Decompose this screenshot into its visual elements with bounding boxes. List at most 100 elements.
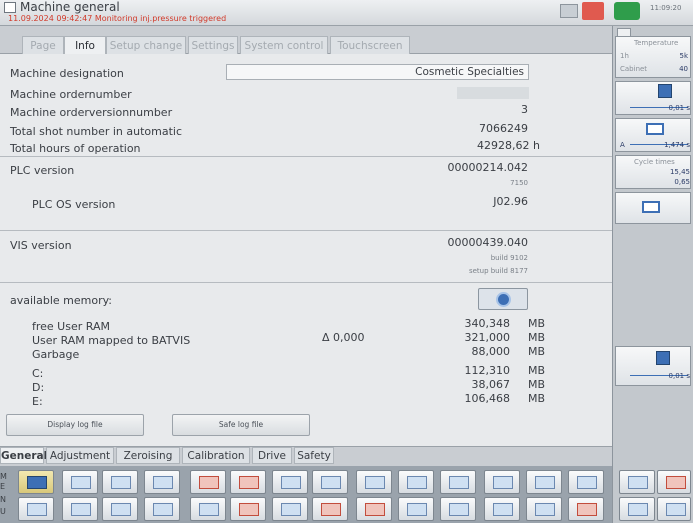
status-panel: Temperature 1h 5k Cabinet 40 0,01 s A 1,… <box>612 26 693 523</box>
temperature-panel[interactable]: Temperature 1h 5k Cabinet 40 <box>615 36 691 78</box>
tab-settings[interactable]: Settings <box>188 36 238 54</box>
save-icon[interactable] <box>526 497 562 521</box>
memory-row-label: Garbage <box>32 348 80 361</box>
total-shot-label: Total shot number in automatic <box>10 125 183 138</box>
tab-adjustment[interactable]: Adjustment <box>46 447 114 464</box>
total-hours-label: Total hours of operation <box>10 142 141 155</box>
divider <box>0 230 612 231</box>
plc-os-value: J02.96 <box>493 195 528 208</box>
cycle-icon[interactable] <box>144 497 180 521</box>
plc-build: 7150 <box>510 179 528 187</box>
memory-row-label: E: <box>32 395 43 408</box>
info-panel: Machine designation Cosmetic Specialties… <box>0 54 612 446</box>
ejector-icon[interactable] <box>144 470 180 494</box>
alarm-message[interactable]: 11.09.2024 09:42:47 Monitoring inj.press… <box>8 14 226 23</box>
login-icon[interactable] <box>619 497 655 521</box>
tab-touchscreen[interactable]: Touchscreen <box>330 36 410 54</box>
wrench-icon[interactable] <box>190 497 226 521</box>
menu-letter: N <box>0 495 6 504</box>
memory-row-label: D: <box>32 381 45 394</box>
machine-general-icon[interactable] <box>18 470 54 494</box>
memory-row-unit: MB <box>528 345 546 358</box>
divider <box>0 156 612 157</box>
injection-icon[interactable] <box>230 470 266 494</box>
temperature-row-value: 5k <box>679 52 688 60</box>
printer-icon[interactable] <box>484 497 520 521</box>
tab-calibration[interactable]: Calibration <box>182 447 250 464</box>
production-icon[interactable] <box>18 497 54 521</box>
temperature-row-value: 40 <box>679 65 688 73</box>
save-log-button[interactable]: Safe log file <box>172 414 310 436</box>
machine-orderversionnumber-label: Machine orderversionnumber <box>10 106 173 119</box>
vis-setup-build: setup build 8177 <box>468 267 528 275</box>
memory-row-unit: MB <box>528 392 546 405</box>
exit-icon[interactable] <box>657 497 691 521</box>
memory-row-unit: MB <box>528 378 546 391</box>
chart-icon[interactable] <box>398 497 434 521</box>
blank-function-icon[interactable] <box>526 470 562 494</box>
dosage-icon <box>656 351 670 365</box>
dosage-time: 0,01 s <box>668 104 690 112</box>
down-arrow-icon[interactable] <box>62 470 98 494</box>
memory-row-value: 88,000 <box>471 345 511 358</box>
screen-icon[interactable] <box>568 470 604 494</box>
bottom-time: 0,01 s <box>668 372 690 380</box>
hold-pressure-icon[interactable] <box>312 470 348 494</box>
memory-row-label: free User RAM <box>32 320 110 333</box>
machine-ordernumber-label: Machine ordernumber <box>10 88 132 101</box>
dosage-panel[interactable]: 0,01 s <box>615 81 691 115</box>
warning-icon[interactable] <box>568 497 604 521</box>
injection-prefix: A <box>620 141 625 149</box>
memory-row-label: C: <box>32 367 44 380</box>
tab-info[interactable]: Info <box>64 36 106 55</box>
tab-page[interactable]: Page <box>22 36 64 54</box>
diamond-icon[interactable] <box>312 497 348 521</box>
screw-icon[interactable] <box>398 470 434 494</box>
menu-letter: E <box>0 482 6 491</box>
menu-letter: M <box>0 472 7 481</box>
memory-row-value: 112,310 <box>464 364 511 377</box>
refresh-button[interactable] <box>478 288 528 310</box>
hierarchy-icon[interactable] <box>619 470 655 494</box>
tab-safety[interactable]: Safety <box>294 447 334 464</box>
monitor-icon[interactable] <box>560 4 578 18</box>
tab-setup-change[interactable]: Setup change <box>106 36 186 54</box>
injection-time: 1,474 s <box>664 141 690 149</box>
total-shot-value: 7066249 <box>479 122 528 135</box>
status-panel-bottom[interactable]: 0,01 s <box>615 346 691 386</box>
stop-icon[interactable] <box>440 497 476 521</box>
nozzle-icon[interactable] <box>272 470 308 494</box>
lightbulb-icon[interactable] <box>657 470 691 494</box>
cycle-mode-button[interactable] <box>615 192 691 224</box>
start-arrow-icon[interactable] <box>614 2 640 20</box>
function-toolbar: M E N U <box>0 466 612 523</box>
display-log-button[interactable]: Display log file <box>6 414 144 436</box>
list-icon[interactable] <box>62 497 98 521</box>
cycle-time-value: 15,45 <box>669 168 690 176</box>
tab-drive[interactable]: Drive <box>252 447 292 464</box>
cycle-time-value: 0,65 <box>674 178 690 186</box>
tab-zeroising[interactable]: Zeroising <box>116 447 180 464</box>
temperature-icon[interactable] <box>440 470 476 494</box>
vis-build: build 9102 <box>490 254 528 262</box>
handling-icon[interactable] <box>484 470 520 494</box>
plasticizing-icon[interactable] <box>356 470 392 494</box>
tab-system-control[interactable]: System control <box>240 36 328 54</box>
mold-icon[interactable] <box>102 470 138 494</box>
title-bar: Machine general 11.09.2024 09:42:47 Moni… <box>0 0 693 26</box>
machine-designation-field[interactable]: Cosmetic Specialties <box>226 64 529 80</box>
cycle-times-panel[interactable]: Cycle times 15,45 0,65 <box>615 155 691 189</box>
table-icon[interactable] <box>102 497 138 521</box>
machine-orderversionnumber-value: 3 <box>521 103 528 116</box>
tab-general[interactable]: General <box>0 447 47 464</box>
temperature-row-label: 1h <box>620 52 629 60</box>
alarm-icon[interactable] <box>582 2 604 20</box>
check-icon[interactable] <box>272 497 308 521</box>
memory-row-unit: MB <box>528 364 546 377</box>
core-pull-icon[interactable] <box>190 470 226 494</box>
memory-row-value: 106,468 <box>464 392 511 405</box>
help-icon[interactable] <box>230 497 266 521</box>
window-icon <box>4 2 16 13</box>
graph-icon[interactable] <box>356 497 392 521</box>
injection-panel[interactable]: A 1,474 s <box>615 118 691 152</box>
